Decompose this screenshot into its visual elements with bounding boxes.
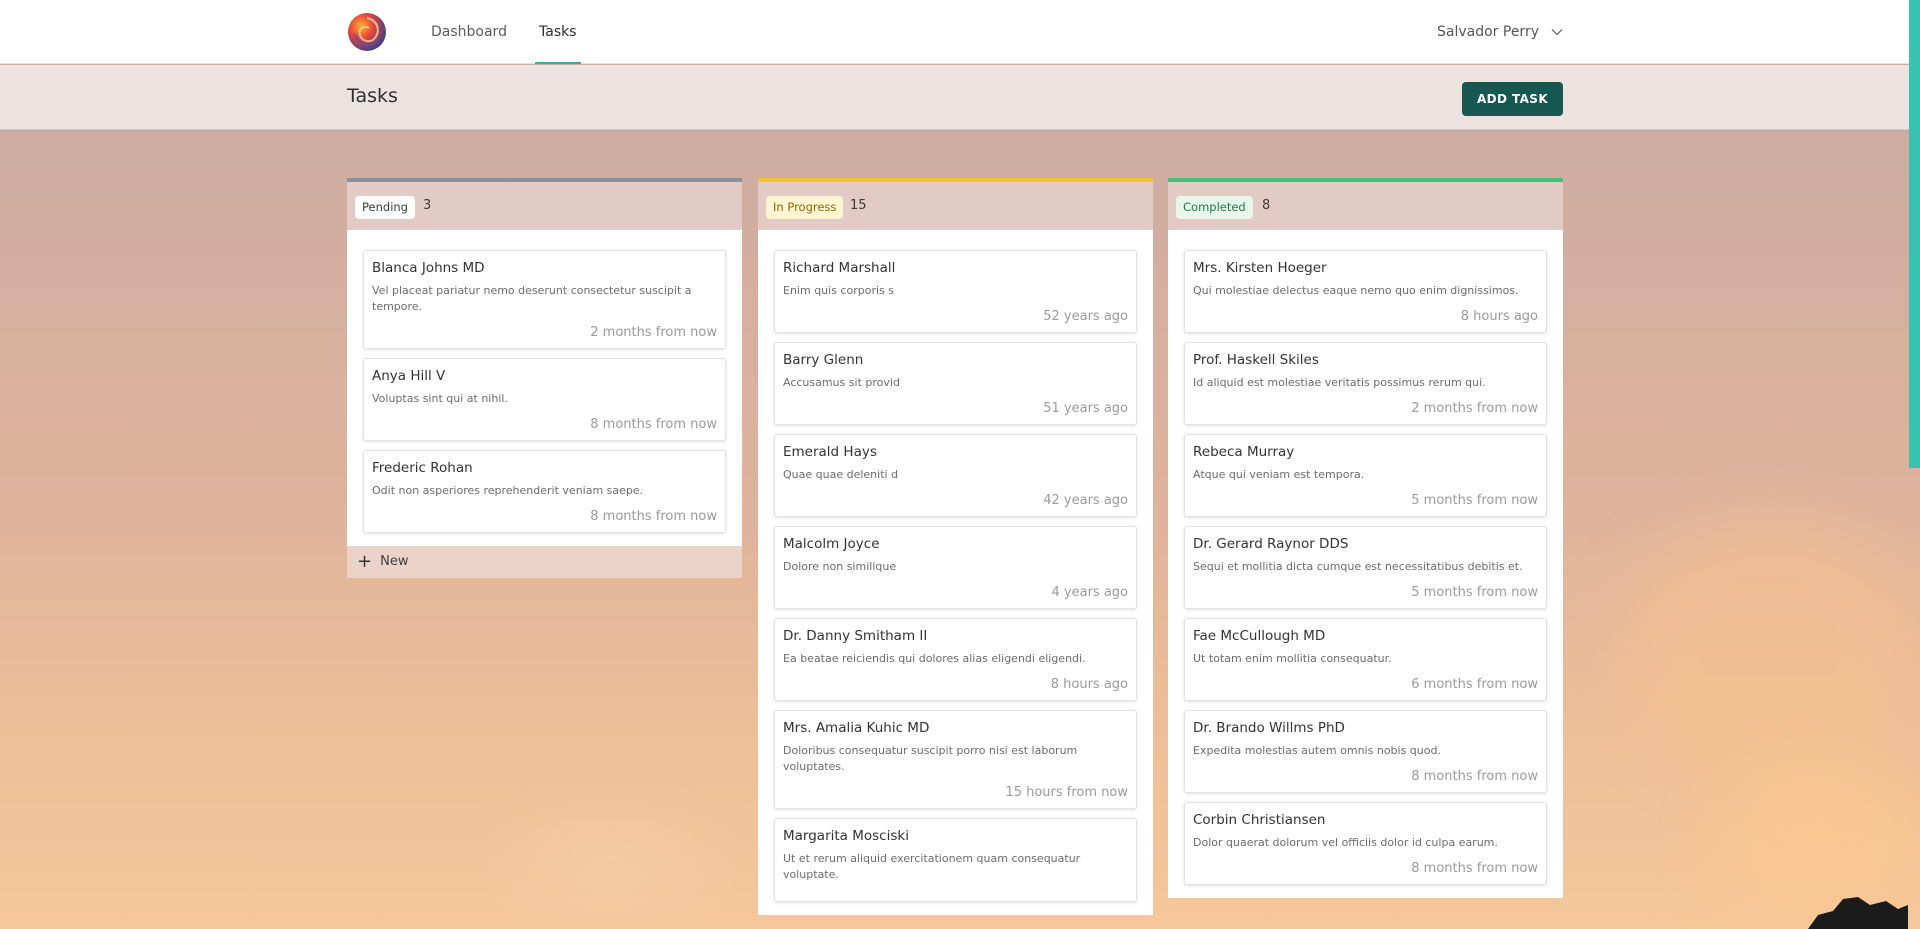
column-body: Blanca Johns MD Vel placeat pariatur nem… xyxy=(347,230,742,546)
background-cloud xyxy=(520,820,700,910)
task-card[interactable]: Margarita Mosciski Ut et rerum aliquid e… xyxy=(774,818,1137,902)
task-card[interactable]: Frederic Rohan Odit non asperiores repre… xyxy=(363,450,726,533)
task-card[interactable]: Anya Hill V Voluptas sint qui at nihil. … xyxy=(363,358,726,441)
user-menu[interactable]: Salvador Perry xyxy=(1437,0,1563,64)
task-time: 15 hours from now xyxy=(1005,785,1128,800)
task-time: 42 years ago xyxy=(1043,493,1128,508)
task-description: Id aliquid est molestiae veritatis possi… xyxy=(1193,376,1486,389)
task-card[interactable]: Dr. Danny Smitham II Ea beatae reiciendi… xyxy=(774,618,1137,701)
task-time: 2 months from now xyxy=(590,325,717,340)
task-time: 5 months from now xyxy=(1411,585,1538,600)
task-card[interactable]: Malcolm Joyce Dolore non similique 4 yea… xyxy=(774,526,1137,609)
status-badge: In Progress xyxy=(766,196,844,219)
task-time: 6 months from now xyxy=(1411,677,1538,692)
task-description: Ut et rerum aliquid exercitationem quam … xyxy=(783,852,1081,881)
task-title: Blanca Johns MD xyxy=(372,260,485,276)
task-title: Malcolm Joyce xyxy=(783,536,880,552)
user-name: Salvador Perry xyxy=(1437,24,1539,40)
task-count: 8 xyxy=(1262,198,1271,213)
column-pending: Pending 3 Blanca Johns MD Vel placeat pa… xyxy=(347,178,742,578)
task-card[interactable]: Emerald Hays Quae quae deleniti d 42 yea… xyxy=(774,434,1137,517)
task-description: Accusamus sit provid xyxy=(783,376,900,389)
task-description: Doloribus consequatur suscipit porro nis… xyxy=(783,744,1078,773)
task-title: Emerald Hays xyxy=(783,444,877,460)
task-time: 8 months from now xyxy=(1411,769,1538,784)
task-description: Odit non asperiores reprehenderit veniam… xyxy=(372,484,644,497)
task-card[interactable]: Richard Marshall Enim quis corporis s 52… xyxy=(774,250,1137,333)
task-description: Quae quae deleniti d xyxy=(783,468,899,481)
task-card[interactable]: Fae McCullough MD Ut totam enim mollitia… xyxy=(1184,618,1547,701)
task-card[interactable]: Mrs. Kirsten Hoeger Qui molestiae delect… xyxy=(1184,250,1547,333)
column-body: Mrs. Kirsten Hoeger Qui molestiae delect… xyxy=(1168,230,1563,898)
scrollbar-thumb[interactable] xyxy=(1909,0,1920,468)
task-card[interactable]: Mrs. Amalia Kuhic MD Doloribus consequat… xyxy=(774,710,1137,809)
task-count: 15 xyxy=(850,198,867,213)
task-description: Dolore non similique xyxy=(783,560,897,573)
task-time: 8 months from now xyxy=(590,417,717,432)
task-title: Richard Marshall xyxy=(783,260,896,276)
nav-dashboard[interactable]: Dashboard xyxy=(431,0,507,64)
page-header: Tasks ADD TASK xyxy=(0,65,1909,130)
task-time: 51 years ago xyxy=(1043,401,1128,416)
plus-icon: + xyxy=(357,551,373,572)
task-description: Dolor quaerat dolorum vel officiis dolor… xyxy=(1193,836,1498,849)
task-title: Fae McCullough MD xyxy=(1193,628,1326,644)
task-title: Margarita Mosciski xyxy=(783,828,909,844)
task-card[interactable]: Corbin Christiansen Dolor quaerat doloru… xyxy=(1184,802,1547,885)
task-title: Dr. Gerard Raynor DDS xyxy=(1193,536,1349,552)
column-body: Richard Marshall Enim quis corporis s 52… xyxy=(758,230,1153,915)
task-description: Qui molestiae delectus eaque nemo quo en… xyxy=(1193,284,1519,297)
add-task-button[interactable]: ADD TASK xyxy=(1462,82,1563,116)
task-description: Vel placeat pariatur nemo deserunt conse… xyxy=(372,284,692,313)
column-header: Completed 8 xyxy=(1168,178,1563,230)
logo-icon[interactable] xyxy=(347,12,387,52)
task-title: Mrs. Kirsten Hoeger xyxy=(1193,260,1327,276)
task-time: 4 years ago xyxy=(1051,585,1128,600)
task-description: Enim quis corporis s xyxy=(783,284,894,297)
task-description: Atque qui veniam est tempora. xyxy=(1193,468,1365,481)
status-badge: Pending xyxy=(355,196,415,219)
task-time: 5 months from now xyxy=(1411,493,1538,508)
task-description: Sequi et mollitia dicta cumque est neces… xyxy=(1193,560,1523,573)
task-description: Voluptas sint qui at nihil. xyxy=(372,392,508,405)
task-description: Ea beatae reiciendis qui dolores alias e… xyxy=(783,652,1086,665)
task-time: 8 months from now xyxy=(1411,861,1538,876)
column-in-progress: In Progress 15 Richard Marshall Enim qui… xyxy=(758,178,1153,915)
task-title: Frederic Rohan xyxy=(372,460,473,476)
task-card[interactable]: Blanca Johns MD Vel placeat pariatur nem… xyxy=(363,250,726,349)
new-task-button[interactable]: + New xyxy=(347,546,742,578)
task-card[interactable]: Dr. Gerard Raynor DDS Sequi et mollitia … xyxy=(1184,526,1547,609)
task-title: Prof. Haskell Skiles xyxy=(1193,352,1319,368)
task-title: Rebeca Murray xyxy=(1193,444,1295,460)
task-time: 2 months from now xyxy=(1411,401,1538,416)
nav-tasks[interactable]: Tasks xyxy=(535,0,580,64)
task-title: Mrs. Amalia Kuhic MD xyxy=(783,720,930,736)
new-task-label: New xyxy=(380,554,409,569)
task-count: 3 xyxy=(423,198,432,213)
task-description: Ut totam enim mollitia consequatur. xyxy=(1193,652,1392,665)
task-card[interactable]: Dr. Brando Willms PhD Expedita molestias… xyxy=(1184,710,1547,793)
task-card[interactable]: Barry Glenn Accusamus sit provid 51 year… xyxy=(774,342,1137,425)
task-time: 8 hours ago xyxy=(1460,309,1538,324)
column-header: In Progress 15 xyxy=(758,178,1153,230)
task-title: Corbin Christiansen xyxy=(1193,812,1326,828)
task-time: 52 years ago xyxy=(1043,309,1128,324)
task-description: Expedita molestias autem omnis nobis quo… xyxy=(1193,744,1441,757)
page-title: Tasks xyxy=(347,85,398,107)
task-time: 8 months from now xyxy=(590,509,717,524)
top-navigation: Dashboard Tasks Salvador Perry xyxy=(0,0,1909,64)
task-card[interactable]: Rebeca Murray Atque qui veniam est tempo… xyxy=(1184,434,1547,517)
task-title: Dr. Brando Willms PhD xyxy=(1193,720,1345,736)
status-badge: Completed xyxy=(1176,196,1253,219)
chevron-down-icon xyxy=(1551,29,1563,36)
task-card[interactable]: Prof. Haskell Skiles Id aliquid est mole… xyxy=(1184,342,1547,425)
tree-silhouette xyxy=(1808,897,1908,929)
task-title: Anya Hill V xyxy=(372,368,446,384)
task-title: Dr. Danny Smitham II xyxy=(783,628,928,644)
task-title: Barry Glenn xyxy=(783,352,864,368)
column-header: Pending 3 xyxy=(347,178,742,230)
task-time: 8 hours ago xyxy=(1050,677,1128,692)
column-completed: Completed 8 Mrs. Kirsten Hoeger Qui mole… xyxy=(1168,178,1563,898)
background-cloud xyxy=(1620,520,1920,780)
